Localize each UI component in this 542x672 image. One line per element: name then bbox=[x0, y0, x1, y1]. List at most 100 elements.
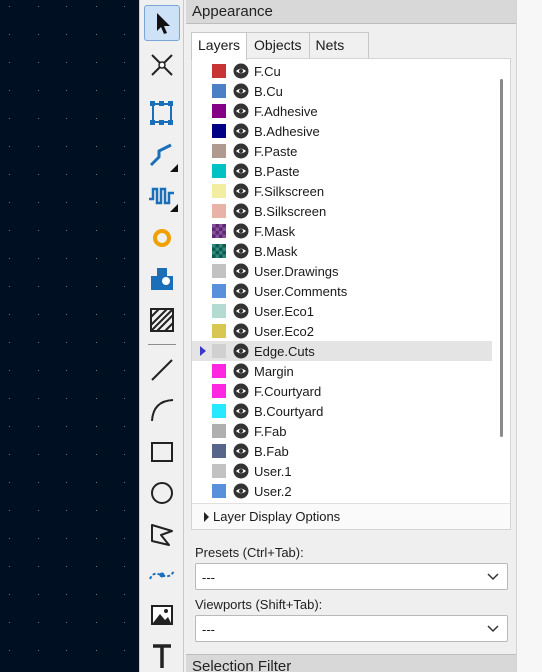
layer-row[interactable]: F.Adhesive bbox=[192, 101, 492, 121]
visibility-eye-icon[interactable] bbox=[233, 463, 249, 479]
layer-row[interactable]: F.Mask bbox=[192, 221, 492, 241]
layer-row[interactable]: B.Silkscreen bbox=[192, 201, 492, 221]
local-ratsnest-button[interactable] bbox=[144, 47, 180, 83]
layer-row[interactable]: B.Courtyard bbox=[192, 401, 492, 421]
layer-color-swatch[interactable] bbox=[212, 64, 226, 78]
layer-color-swatch[interactable] bbox=[212, 164, 226, 178]
layer-color-swatch[interactable] bbox=[212, 404, 226, 418]
tune-length-button[interactable] bbox=[144, 178, 180, 214]
visibility-eye-icon[interactable] bbox=[233, 143, 249, 159]
visibility-eye-icon[interactable] bbox=[233, 123, 249, 139]
layer-row[interactable]: User.2 bbox=[192, 481, 492, 501]
layer-color-swatch[interactable] bbox=[212, 304, 226, 318]
visibility-eye-icon[interactable] bbox=[233, 483, 249, 499]
visibility-eye-icon[interactable] bbox=[233, 263, 249, 279]
layer-row[interactable]: User.Eco2 bbox=[192, 321, 492, 341]
visibility-eye-icon[interactable] bbox=[233, 323, 249, 339]
draw-rectangle-button[interactable] bbox=[144, 434, 180, 470]
layer-color-swatch[interactable] bbox=[212, 144, 226, 158]
visibility-eye-icon[interactable] bbox=[233, 343, 249, 359]
add-footprint-button[interactable] bbox=[144, 95, 180, 131]
route-track-button[interactable] bbox=[144, 138, 180, 174]
layer-row[interactable]: B.Adhesive bbox=[192, 121, 492, 141]
layer-color-swatch[interactable] bbox=[212, 204, 226, 218]
draw-circle-button[interactable] bbox=[144, 475, 180, 511]
layer-row[interactable]: B.Fab bbox=[192, 441, 492, 461]
visibility-eye-icon[interactable] bbox=[233, 83, 249, 99]
layer-row[interactable]: Edge.Cuts bbox=[192, 341, 492, 361]
visibility-eye-icon[interactable] bbox=[233, 443, 249, 459]
layer-name: B.Silkscreen bbox=[254, 204, 327, 219]
layer-color-swatch[interactable] bbox=[212, 344, 226, 358]
layer-row[interactable]: Margin bbox=[192, 361, 492, 381]
layer-color-swatch[interactable] bbox=[212, 324, 226, 338]
select-tool-button[interactable] bbox=[144, 5, 180, 41]
layer-color-swatch[interactable] bbox=[212, 264, 226, 278]
visibility-eye-icon[interactable] bbox=[233, 283, 249, 299]
layer-row[interactable]: User.Drawings bbox=[192, 261, 492, 281]
visibility-eye-icon[interactable] bbox=[233, 183, 249, 199]
layer-row[interactable]: F.Silkscreen bbox=[192, 181, 492, 201]
add-via-button[interactable] bbox=[144, 220, 180, 256]
grid-dot bbox=[124, 426, 125, 427]
layer-row[interactable]: User.Comments bbox=[192, 281, 492, 301]
visibility-eye-icon[interactable] bbox=[233, 63, 249, 79]
grid-dot bbox=[38, 174, 39, 175]
layer-display-options-toggle[interactable]: Layer Display Options bbox=[192, 503, 510, 529]
layer-color-swatch[interactable] bbox=[212, 424, 226, 438]
grid-dot bbox=[38, 286, 39, 287]
tab-layers[interactable]: Layers bbox=[191, 32, 248, 60]
layer-row[interactable]: F.Cu bbox=[192, 61, 492, 81]
viewports-select[interactable]: --- bbox=[195, 615, 508, 642]
presets-select[interactable]: --- bbox=[195, 563, 508, 590]
layer-list-scrollbar[interactable] bbox=[500, 79, 503, 437]
layer-row[interactable]: B.Mask bbox=[192, 241, 492, 261]
layer-color-swatch[interactable] bbox=[212, 364, 226, 378]
layer-list[interactable]: F.Cu B.Cu F.Adhesive B.Adhesive F.Paste B.Pas… bbox=[192, 59, 497, 501]
add-via-icon bbox=[153, 229, 171, 247]
grid-dot bbox=[38, 566, 39, 567]
draw-arc-button[interactable] bbox=[144, 392, 180, 428]
layer-row[interactable]: User.Eco1 bbox=[192, 301, 492, 321]
visibility-eye-icon[interactable] bbox=[233, 363, 249, 379]
layer-row[interactable]: F.Courtyard bbox=[192, 381, 492, 401]
selection-filter-title: Selection Filter bbox=[186, 654, 516, 672]
add-text-button[interactable] bbox=[144, 638, 180, 672]
grid-dot bbox=[66, 62, 67, 63]
visibility-eye-icon[interactable] bbox=[233, 243, 249, 259]
pcb-canvas[interactable] bbox=[0, 0, 139, 672]
visibility-eye-icon[interactable] bbox=[233, 303, 249, 319]
layer-color-swatch[interactable] bbox=[212, 244, 226, 258]
visibility-eye-icon[interactable] bbox=[233, 163, 249, 179]
layer-row[interactable]: B.Cu bbox=[192, 81, 492, 101]
visibility-eye-icon[interactable] bbox=[233, 383, 249, 399]
layer-row[interactable]: B.Paste bbox=[192, 161, 492, 181]
draw-polygon-button[interactable] bbox=[144, 516, 180, 552]
layer-color-swatch[interactable] bbox=[212, 384, 226, 398]
draw-bezier-button[interactable] bbox=[144, 556, 180, 592]
visibility-eye-icon[interactable] bbox=[233, 223, 249, 239]
add-pad-button[interactable] bbox=[144, 261, 180, 297]
layer-color-swatch[interactable] bbox=[212, 84, 226, 98]
layer-color-swatch[interactable] bbox=[212, 104, 226, 118]
layer-color-swatch[interactable] bbox=[212, 224, 226, 238]
tab-objects[interactable]: Objects bbox=[246, 32, 310, 58]
grid-dot bbox=[9, 538, 10, 539]
layer-color-swatch[interactable] bbox=[212, 444, 226, 458]
layer-color-swatch[interactable] bbox=[212, 464, 226, 478]
layer-color-swatch[interactable] bbox=[212, 184, 226, 198]
rule-area-button[interactable] bbox=[144, 302, 180, 338]
layer-row[interactable]: F.Fab bbox=[192, 421, 492, 441]
visibility-eye-icon[interactable] bbox=[233, 203, 249, 219]
layer-row[interactable]: F.Paste bbox=[192, 141, 492, 161]
layer-row[interactable]: User.1 bbox=[192, 461, 492, 481]
layer-color-swatch[interactable] bbox=[212, 484, 226, 498]
layer-color-swatch[interactable] bbox=[212, 124, 226, 138]
tab-nets[interactable]: Nets bbox=[308, 32, 370, 58]
draw-line-button[interactable] bbox=[144, 352, 180, 388]
layer-color-swatch[interactable] bbox=[212, 284, 226, 298]
visibility-eye-icon[interactable] bbox=[233, 423, 249, 439]
visibility-eye-icon[interactable] bbox=[233, 403, 249, 419]
visibility-eye-icon[interactable] bbox=[233, 103, 249, 119]
add-image-button[interactable] bbox=[144, 597, 180, 633]
